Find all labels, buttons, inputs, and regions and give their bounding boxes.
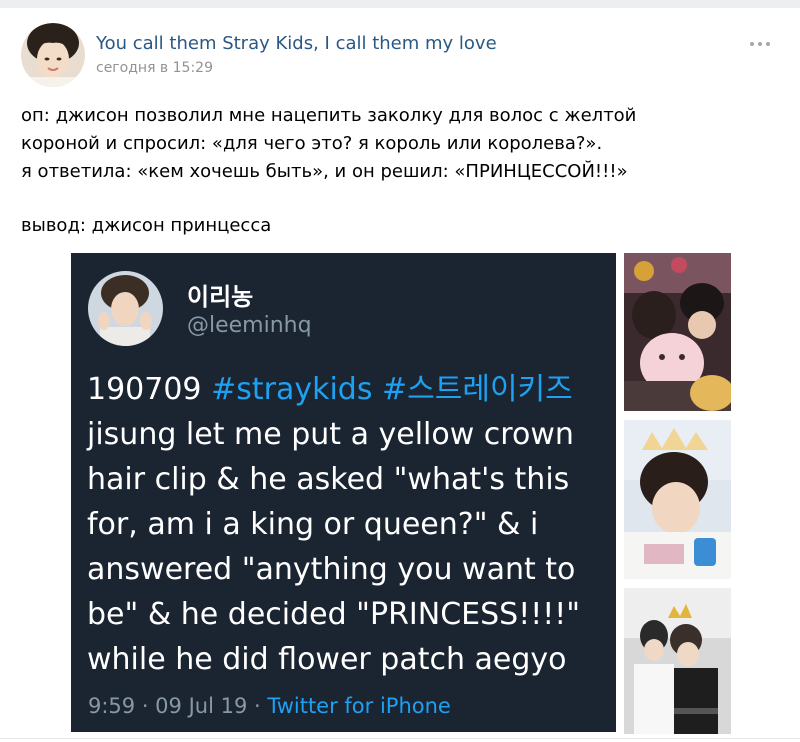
group-avatar[interactable] xyxy=(21,23,85,87)
post-timestamp[interactable]: сегодня в 15:29 xyxy=(96,60,213,76)
tweet-date-code: 190709 xyxy=(87,372,202,407)
tweet-body-line: answered "anything you want to xyxy=(87,552,576,587)
tweet-hashtag: #스트레이키즈 xyxy=(382,372,573,407)
top-bar xyxy=(0,0,800,8)
photo-thumbnail-3[interactable] xyxy=(624,588,731,734)
photo-thumbnail-1[interactable] xyxy=(624,253,731,411)
group-name-link[interactable]: You call them Stray Kids, I call them my… xyxy=(96,33,497,54)
post-text-line: короной и спросил: «для чего это? я коро… xyxy=(21,133,603,154)
post-text-line: оп: джисон позволил мне нацепить заколку… xyxy=(21,105,637,126)
post-text-line: я ответила: «кем хочешь быть», и он реши… xyxy=(21,161,628,182)
divider xyxy=(0,738,800,739)
tweet-timestamp: 9:59 · 09 Jul 19 · xyxy=(88,694,268,718)
tweet-body: 190709 #straykids #스트레이키즈 jisung let me … xyxy=(87,367,612,682)
tweet-hashtag: #straykids xyxy=(211,372,373,407)
tweet-body-line: while he did flower patch aegyo xyxy=(87,642,567,677)
post-text: оп: джисон позволил мне нацепить заколку… xyxy=(21,102,791,240)
tweet-body-line: be" & he decided "PRINCESS!!!!" xyxy=(87,597,581,632)
tweet-body-line: for, am i a king or queen?" & i xyxy=(87,507,539,542)
tweet-first-line: 190709 #straykids #스트레이키즈 xyxy=(87,367,612,412)
photo-thumbnail-2[interactable] xyxy=(624,420,731,579)
tweet-author-avatar xyxy=(88,271,163,346)
tweet-meta: 9:59 · 09 Jul 19 · Twitter for iPhone xyxy=(88,694,451,718)
tweet-handle: @leeminhq xyxy=(187,313,312,338)
tweet-screenshot-image[interactable]: 이리농 @leeminhq 190709 #straykids #스트레이키즈 … xyxy=(71,253,616,732)
more-dots-icon[interactable] xyxy=(744,30,776,58)
tweet-display-name: 이리농 xyxy=(187,283,254,311)
tweet-source: Twitter for iPhone xyxy=(267,694,451,718)
post-text-line: вывод: джисон принцесса xyxy=(21,215,272,236)
tweet-body-line: hair clip & he asked "what's this xyxy=(87,462,570,497)
tweet-body-line: jisung let me put a yellow crown xyxy=(87,417,574,452)
